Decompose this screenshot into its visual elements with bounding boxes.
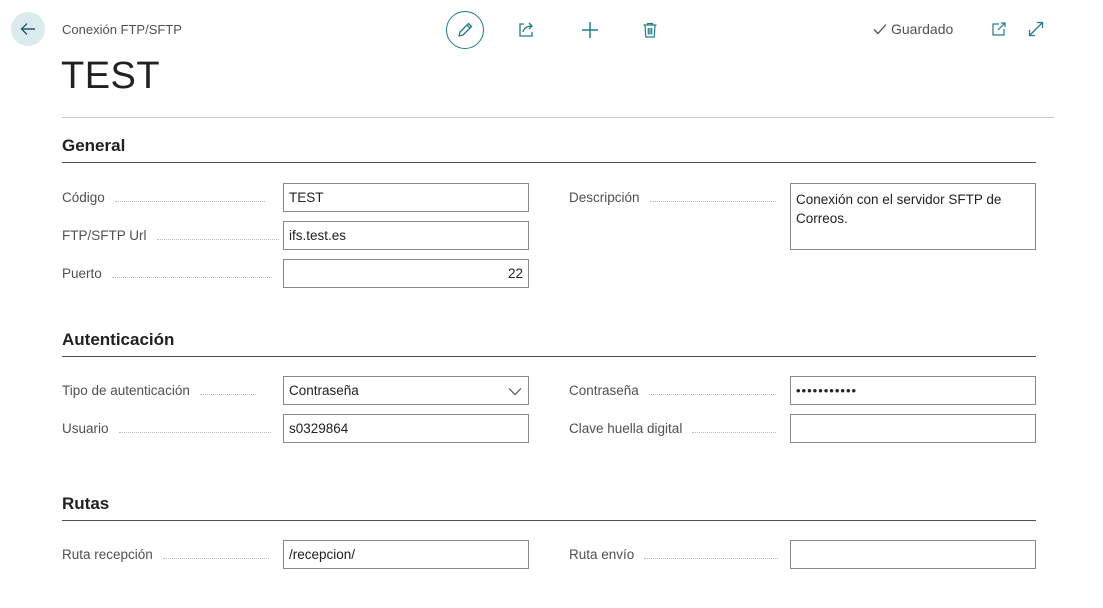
share-icon — [519, 22, 533, 37]
tipo-label: Tipo de autenticación — [62, 383, 256, 398]
open-new-window-button[interactable] — [988, 18, 1010, 40]
url-label-text: FTP/SFTP Url — [62, 228, 147, 243]
section-general-header[interactable]: General — [62, 136, 1036, 163]
recepcion-label: Ruta recepción — [62, 547, 269, 562]
puerto-field[interactable]: 22 — [283, 259, 529, 288]
usuario-field[interactable]: s0329864 — [283, 414, 529, 443]
edit-button[interactable] — [446, 11, 484, 49]
usuario-value: s0329864 — [289, 421, 349, 436]
fingerprint-label: Clave huella digital — [569, 421, 777, 436]
label-dots — [118, 432, 271, 433]
codigo-field[interactable]: TEST — [283, 183, 529, 212]
pencil-icon — [458, 22, 473, 37]
label-dots — [648, 394, 776, 395]
share-button[interactable] — [514, 18, 538, 42]
title-divider — [62, 117, 1054, 118]
checkmark-icon — [873, 24, 887, 35]
codigo-value: TEST — [289, 190, 324, 205]
codigo-label: Código — [62, 190, 265, 205]
label-dots — [156, 239, 279, 240]
new-button[interactable] — [578, 18, 602, 42]
puerto-label: Puerto — [62, 266, 272, 281]
usuario-label-text: Usuario — [62, 421, 109, 436]
label-dots — [199, 394, 256, 395]
puerto-label-text: Puerto — [62, 266, 102, 281]
label-dots — [649, 201, 776, 202]
recepcion-value: /recepcion/ — [289, 547, 356, 562]
label-dots — [692, 432, 777, 433]
descripcion-value: Conexión con el servidor SFTP de Correos… — [796, 192, 1002, 226]
saved-label: Guardado — [891, 21, 954, 37]
tipo-label-text: Tipo de autenticación — [62, 383, 190, 398]
expand-button[interactable] — [1025, 18, 1047, 40]
fingerprint-label-text: Clave huella digital — [569, 421, 683, 436]
envio-label-text: Ruta envío — [569, 547, 635, 562]
label-dots — [111, 277, 272, 278]
url-field[interactable]: ifs.test.es — [283, 221, 529, 250]
arrow-left-icon — [20, 23, 35, 35]
url-label: FTP/SFTP Url — [62, 228, 279, 243]
descripcion-label-text: Descripción — [569, 190, 640, 205]
trash-icon — [643, 22, 657, 38]
recepcion-label-text: Ruta recepción — [62, 547, 153, 562]
codigo-label-text: Código — [62, 190, 105, 205]
plus-icon — [582, 22, 598, 38]
saved-status: Guardado — [872, 21, 953, 37]
password-label: Contraseña — [569, 383, 776, 398]
delete-button[interactable] — [638, 18, 662, 42]
puerto-value: 22 — [507, 266, 523, 281]
usuario-label: Usuario — [62, 421, 271, 436]
breadcrumb: Conexión FTP/SFTP — [62, 22, 182, 37]
expand-icon — [1028, 21, 1044, 37]
descripcion-label: Descripción — [569, 190, 776, 205]
password-value: ••••••••••• — [796, 383, 858, 398]
ruta-envio-field[interactable] — [790, 540, 1036, 569]
label-dots — [162, 558, 269, 559]
descripcion-field[interactable]: Conexión con el servidor SFTP de Correos… — [790, 183, 1036, 250]
tipo-autenticacion-select[interactable]: Contraseña — [283, 376, 529, 405]
label-dots — [644, 558, 779, 559]
page-title: TEST — [61, 55, 161, 97]
open-in-new-window-icon — [992, 22, 1006, 36]
password-field[interactable]: ••••••••••• — [790, 376, 1036, 405]
section-paths-header[interactable]: Rutas — [62, 494, 1036, 521]
ruta-recepcion-field[interactable]: /recepcion/ — [283, 540, 529, 569]
chevron-down-icon — [508, 387, 522, 395]
back-button[interactable] — [11, 12, 45, 46]
section-auth-header[interactable]: Autenticación — [62, 330, 1036, 357]
url-value: ifs.test.es — [289, 228, 347, 243]
label-dots — [114, 201, 265, 202]
fingerprint-field[interactable] — [790, 414, 1036, 443]
tipo-value: Contraseña — [289, 383, 359, 398]
envio-label: Ruta envío — [569, 547, 779, 562]
password-label-text: Contraseña — [569, 383, 639, 398]
